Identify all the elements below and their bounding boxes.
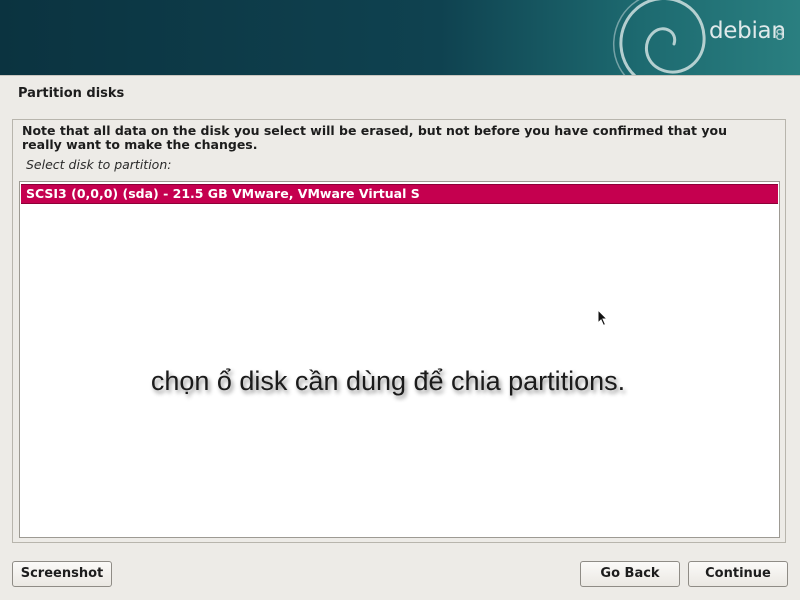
go-back-button[interactable]: Go Back: [580, 561, 680, 587]
header-banner: debian 8: [0, 0, 800, 75]
page-title: Partition disks: [18, 86, 125, 101]
brand-version: 8: [775, 26, 785, 44]
disk-list[interactable]: SCSI3 (0,0,0) (sda) - 21.5 GB VMware, VM…: [19, 181, 780, 538]
continue-button[interactable]: Continue: [688, 561, 788, 587]
warning-note: Note that all data on the disk you selec…: [22, 123, 727, 152]
disk-prompt-label: Select disk to partition:: [26, 157, 172, 172]
overlay-caption: chọn ổ disk cần dùng để chia partitions.: [150, 366, 626, 396]
header-divider: [0, 75, 800, 76]
disk-list-item-sda[interactable]: SCSI3 (0,0,0) (sda) - 21.5 GB VMware, VM…: [21, 184, 778, 204]
debian-swirl-icon: [613, 0, 706, 75]
mouse-pointer-icon: [597, 309, 609, 327]
screenshot-button[interactable]: Screenshot: [12, 561, 112, 587]
